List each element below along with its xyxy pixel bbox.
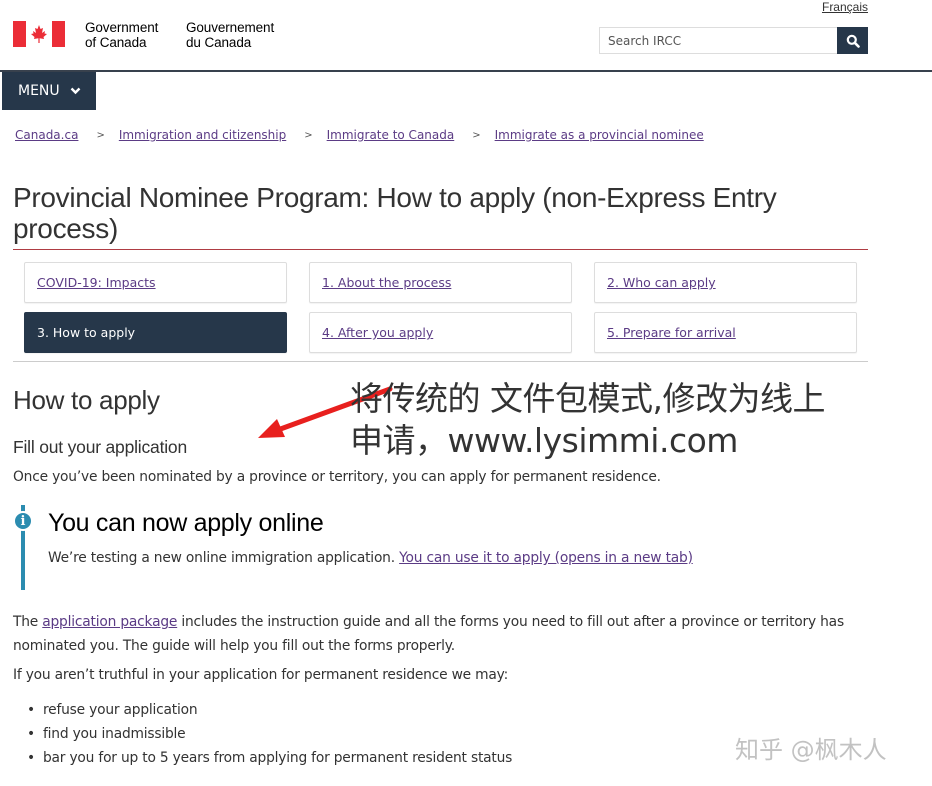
step-link[interactable]: COVID-19: Impacts [37, 275, 156, 290]
step-about-process[interactable]: 1. About the process [309, 262, 572, 303]
step-who-can-apply[interactable]: 2. Who can apply [594, 262, 857, 303]
government-signature-fr[interactable]: Gouvernement du Canada [186, 20, 274, 50]
intro-paragraph: Once you’ve been nominated by a province… [13, 469, 661, 485]
list-item: bar you for up to 5 years from applying … [27, 746, 512, 770]
alert-text: We’re testing a new online immigration a… [48, 550, 693, 566]
apply-online-link[interactable]: You can use it to apply (opens in a new … [399, 550, 693, 566]
title-divider [13, 249, 868, 250]
truthful-paragraph: If you aren’t truthful in your applicati… [13, 667, 509, 683]
section-subheading: Fill out your application [13, 437, 187, 457]
annotation-line2: 申请，www.lysimmi.com [350, 421, 738, 460]
government-signature-en[interactable]: Government of Canada [85, 20, 158, 50]
signature-fr-line2: du Canada [186, 35, 252, 50]
step-after-you-apply[interactable]: 4. After you apply [309, 312, 572, 353]
search-button[interactable] [837, 27, 868, 54]
package-text-before: The [13, 614, 43, 630]
breadcrumb-separator: > [96, 129, 105, 141]
breadcrumb-provincial-nominee[interactable]: Immigrate as a provincial nominee [495, 128, 704, 142]
chevron-down-icon [70, 87, 81, 95]
step-link[interactable]: 5. Prepare for arrival [607, 325, 736, 340]
application-package-link[interactable]: application package [42, 614, 177, 630]
breadcrumb-separator: > [304, 129, 313, 141]
breadcrumb-immigration-citizenship[interactable]: Immigration and citizenship [119, 128, 286, 142]
alert-title: You can now apply online [48, 509, 324, 537]
signature-fr-line1: Gouvernement [186, 20, 275, 35]
steps-divider [13, 361, 868, 362]
consequences-list: refuse your application find you inadmis… [27, 698, 512, 770]
menu-label: MENU [18, 83, 60, 99]
language-toggle-link[interactable]: Français [822, 0, 868, 14]
annotation-line1: 将传统的 文件包模式,修改为线上 [350, 379, 825, 418]
signature-en-line2: of Canada [85, 35, 147, 50]
menu-button[interactable]: MENU [2, 72, 96, 110]
annotation-text: 将传统的 文件包模式,修改为线上 申请，www.lysimmi.com [350, 378, 825, 462]
step-how-to-apply[interactable]: 3. How to apply [24, 312, 287, 353]
breadcrumb: Canada.ca > Immigration and citizenship … [15, 128, 704, 142]
info-icon: i [13, 511, 33, 531]
header-divider [0, 70, 932, 72]
search-input[interactable] [599, 27, 837, 54]
page-title: Provincial Nominee Program: How to apply… [13, 182, 777, 244]
search-form [599, 27, 868, 54]
step-link[interactable]: 1. About the process [322, 275, 451, 290]
step-link[interactable]: 2. Who can apply [607, 275, 716, 290]
zhihu-watermark: 知乎 @枫木人 [735, 736, 887, 764]
step-link[interactable]: 4. After you apply [322, 325, 433, 340]
step-covid-impacts[interactable]: COVID-19: Impacts [24, 262, 287, 303]
list-item: find you inadmissible [27, 722, 512, 746]
breadcrumb-canada-ca[interactable]: Canada.ca [15, 128, 78, 142]
alert-text-body: We’re testing a new online immigration a… [48, 550, 400, 566]
step-label-current: 3. How to apply [37, 325, 136, 340]
section-heading: How to apply [13, 385, 160, 415]
breadcrumb-separator: > [472, 129, 481, 141]
canada-flag-icon [13, 21, 65, 47]
package-paragraph: The application package includes the ins… [13, 610, 873, 658]
list-item: refuse your application [27, 698, 512, 722]
breadcrumb-immigrate-to-canada[interactable]: Immigrate to Canada [327, 128, 455, 142]
site-header: Government of Canada Gouvernement du Can… [0, 0, 932, 72]
step-prepare-for-arrival[interactable]: 5. Prepare for arrival [594, 312, 857, 353]
magnifier-icon [846, 34, 860, 48]
signature-en-line1: Government [85, 20, 159, 35]
